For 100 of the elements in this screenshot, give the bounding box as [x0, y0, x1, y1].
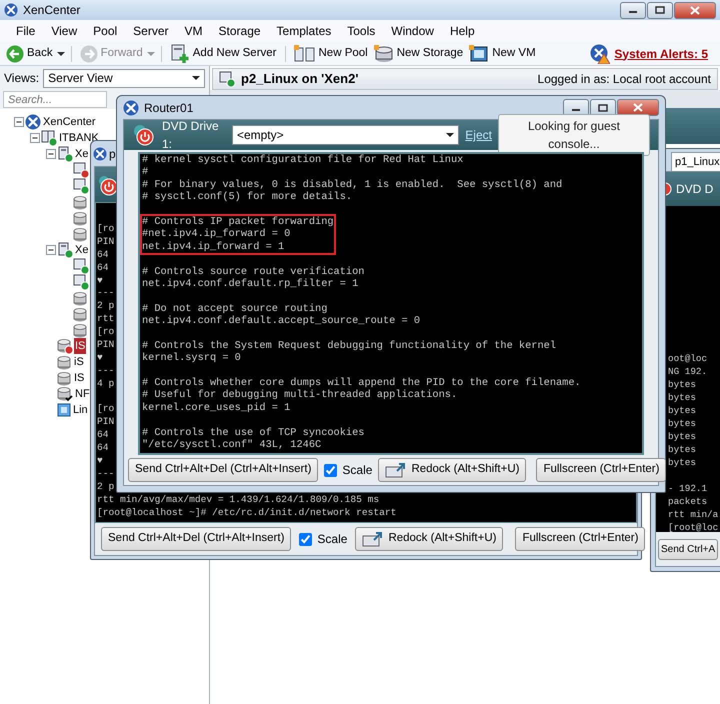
terminal-line: bytes: [668, 391, 696, 404]
checkbox-label[interactable]: Scale: [317, 530, 348, 548]
terminal-line: 64: [97, 262, 109, 275]
terminal-line: # For binary values, 0 is disabled, 1 is enabled. See sysctl(8) and: [142, 178, 562, 192]
tree-item[interactable]: iS: [73, 354, 85, 370]
terminal-line: [root@loc: [668, 521, 718, 532]
menu-item[interactable]: Help: [442, 21, 483, 41]
terminal-line: rtt min/a: [668, 508, 718, 521]
terminal-line: bytes: [668, 430, 696, 443]
toolbar-button[interactable]: New Pool: [292, 44, 370, 62]
expander-icon[interactable]: [30, 133, 40, 143]
servers-icon: [41, 130, 57, 146]
menu-item[interactable]: Templates: [268, 21, 340, 41]
terminal-line: packets: [668, 495, 708, 508]
toolbar-button[interactable]: Back: [4, 44, 55, 62]
close-icon: [633, 103, 643, 112]
tree-item[interactable]: XenCenter: [42, 114, 97, 130]
close-button[interactable]: [674, 2, 716, 18]
menu-item[interactable]: Storage: [210, 21, 269, 41]
caret-icon[interactable]: [56, 50, 65, 56]
expander-icon[interactable]: [46, 149, 56, 159]
close-button[interactable]: [617, 99, 659, 116]
minimize-button[interactable]: [620, 2, 646, 18]
tree-item[interactable]: Lin: [72, 402, 89, 418]
terminal-line: bytes: [668, 378, 696, 391]
x-circle-icon: [25, 114, 41, 130]
console-button[interactable]: Fullscreen (Ctrl+Enter): [515, 527, 646, 551]
disk-stack-icon: [374, 44, 394, 62]
terminal-line: # Useful for debugging multi-threaded applications.: [142, 389, 458, 402]
terminal-line: net.ipv4.conf.default.accept_source_route = 0: [142, 315, 420, 328]
terminal-line: # Controls IP packet forwarding: [142, 216, 334, 228]
terminal-line: PIN: [97, 416, 114, 430]
dvd-label: DVD Drive 1:: [162, 118, 220, 153]
redock-button[interactable]: Redock (Alt+Shift+U): [378, 458, 526, 482]
tree-item[interactable]: IS: [73, 370, 86, 386]
terminal-line: [ro: [97, 403, 114, 416]
console-button[interactable]: Fullscreen (Ctrl+Enter): [536, 458, 666, 482]
menu-item[interactable]: Pool: [85, 21, 126, 41]
expander-icon[interactable]: [46, 245, 56, 255]
menu-item[interactable]: VM: [176, 21, 211, 41]
status-button[interactable]: Looking for guest console...: [498, 114, 650, 156]
checkbox[interactable]: [299, 532, 312, 546]
terminal-line: # Controls source route verification: [142, 266, 364, 278]
eject-link[interactable]: Eject: [465, 126, 492, 144]
terminal-line: ---: [97, 468, 114, 481]
tree-item[interactable]: Xe: [74, 146, 90, 162]
tree-item[interactable]: IS: [74, 338, 86, 354]
terminal-line: ---: [97, 287, 114, 300]
server-icon: [57, 242, 73, 258]
menu-item[interactable]: View: [43, 21, 86, 41]
console-button[interactable]: Send Ctrl+Alt+Del (Ctrl+Alt+Insert): [101, 527, 292, 551]
toolbar-button[interactable]: Add New Server: [168, 44, 278, 64]
terminal-line: rtt: [97, 313, 114, 326]
menu-item[interactable]: File: [8, 21, 44, 41]
x-circle-icon: [123, 100, 139, 116]
redock-button[interactable]: Redock (Alt+Shift+U): [355, 527, 504, 551]
console-button[interactable]: Send Ctrl+Alt+Del (Ctrl+Alt+Insert): [128, 458, 318, 482]
checkbox[interactable]: [324, 464, 338, 476]
terminal-line: #net.ipv4.ip_forward = 0: [142, 228, 290, 241]
terminal-line: net.ipv4.conf.default.rp_filter = 1: [142, 278, 358, 290]
maximize-icon: [598, 104, 608, 112]
maximize-icon: [655, 6, 665, 14]
terminal-line: - 192.1: [668, 482, 708, 495]
console-tab[interactable]: p1_Linux: [671, 152, 720, 171]
views-dropdown[interactable]: Server View: [43, 68, 205, 88]
alerts-link[interactable]: System Alerts: 5: [614, 44, 708, 62]
terminal-line: bytes: [668, 443, 696, 456]
terminal-line: bytes: [668, 404, 696, 417]
terminal-line: "/etc/sysctl.conf" 43L, 1246C: [142, 438, 322, 452]
menu-item[interactable]: Server: [125, 21, 177, 41]
tree-item[interactable]: NF: [74, 386, 91, 402]
toolbar-button[interactable]: New Storage: [372, 44, 466, 62]
panel-title: p2_Linux on 'Xen2': [241, 70, 358, 88]
terminal-line: NG 192.: [668, 365, 708, 378]
terminal-line: 2 p: [97, 480, 114, 494]
terminal-line: bytes: [668, 456, 696, 469]
expander-icon[interactable]: [14, 117, 24, 127]
menu-item[interactable]: Window: [383, 21, 442, 41]
search-field[interactable]: Search...: [3, 91, 107, 108]
toolbar-button[interactable]: New VM: [467, 44, 538, 62]
terminal-line: 64: [97, 248, 109, 262]
checkbox-label[interactable]: Scale: [342, 461, 372, 479]
menu-item[interactable]: Tools: [339, 21, 384, 41]
caret-icon: [192, 75, 200, 81]
terminal-line: ♥: [97, 274, 103, 288]
disk-stack-icon: [57, 338, 73, 354]
terminal-line: kernel.core_uses_pid = 1: [142, 402, 290, 414]
tree-item[interactable]: Xe: [74, 242, 90, 258]
terminal-line: [root@localhost ~]# /etc/rc.d/init.d/network restart: [97, 506, 396, 520]
maximize-button[interactable]: [647, 2, 673, 18]
x-circle-icon: [93, 146, 107, 160]
window-title: XenCenter: [23, 2, 80, 19]
terminal-line: ♥: [97, 455, 103, 468]
views-label: Views:: [4, 70, 40, 87]
window-icon: [57, 403, 71, 417]
terminal-line: # Do not accept source routing: [142, 302, 328, 316]
console-button[interactable]: Send Ctrl+A: [658, 538, 718, 560]
tree-item[interactable]: ITBANK: [58, 130, 100, 146]
dvd-dropdown[interactable]: <empty>: [232, 125, 460, 145]
disk-stack-icon: [57, 354, 72, 370]
